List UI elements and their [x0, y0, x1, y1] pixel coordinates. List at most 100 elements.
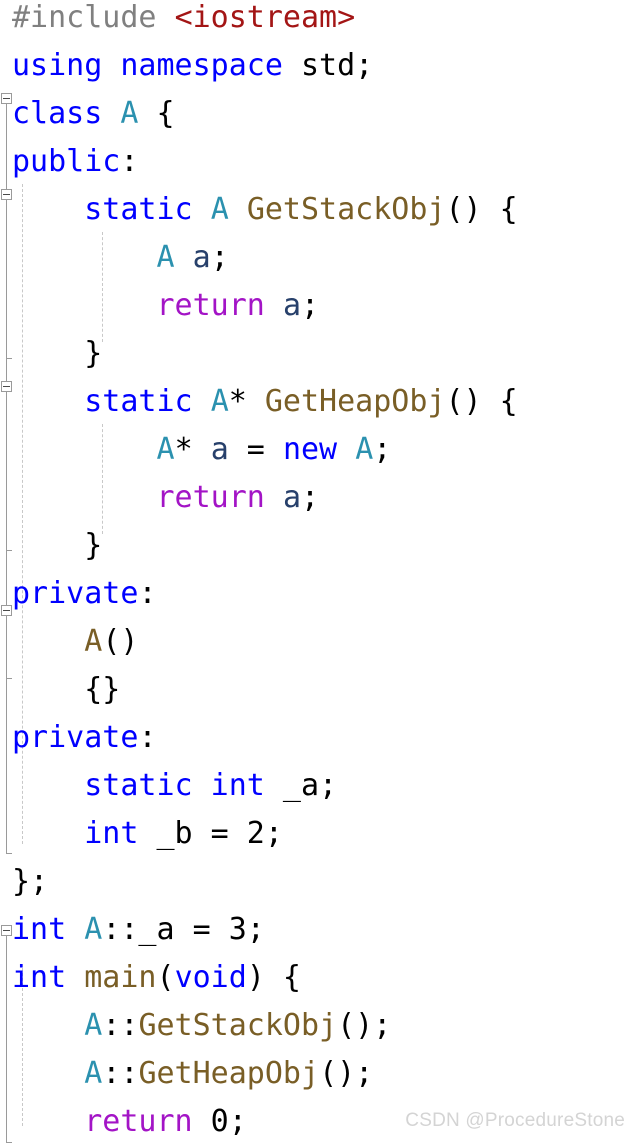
fold-marker-getheapobj[interactable]	[1, 381, 12, 392]
code-line-18[interactable]: int _b = 2;	[12, 810, 283, 858]
code-line-15[interactable]: {}	[12, 666, 120, 714]
code-line-21[interactable]: int main(void) {	[12, 954, 301, 1002]
code-token: (	[156, 960, 175, 995]
code-token: A	[210, 192, 229, 227]
fold-marker-getstackobj[interactable]	[1, 189, 12, 200]
code-line-14[interactable]: A()	[12, 618, 138, 666]
fold-marker-constructor-span	[6, 616, 7, 678]
code-token: A	[84, 624, 103, 659]
code-line-8[interactable]: }	[12, 330, 102, 378]
code-token: ;	[373, 432, 392, 467]
code-line-5[interactable]: static A GetStackObj() {	[12, 186, 518, 234]
code-line-20[interactable]: int A::_a = 3;	[12, 906, 265, 954]
code-line-12[interactable]: }	[12, 522, 102, 570]
code-token: int	[12, 960, 67, 995]
code-line-22[interactable]: A::GetStackObj();	[12, 1002, 391, 1050]
code-token: ::	[102, 1008, 139, 1043]
code-token: new	[282, 432, 338, 467]
code-line-1[interactable]: #include <iostream>	[12, 0, 355, 42]
code-line-4[interactable]: public:	[12, 138, 138, 186]
code-token: return	[156, 288, 265, 323]
fold-marker-main[interactable]	[1, 925, 12, 936]
code-token: return	[84, 1104, 193, 1139]
code-line-17[interactable]: static int _a;	[12, 762, 337, 810]
code-token: A	[210, 384, 229, 419]
csdn-watermark: CSDN @ProcedureStone	[405, 1110, 625, 1131]
fold-marker-main-span	[6, 936, 7, 1142]
code-token: int	[12, 912, 67, 947]
code-token: 0;	[192, 1104, 247, 1139]
code-token: void	[174, 960, 247, 995]
code-token: :	[138, 720, 157, 755]
fold-marker-constructor[interactable]	[1, 605, 12, 616]
code-token: A	[355, 432, 374, 467]
code-line-11[interactable]: return a;	[12, 474, 320, 522]
code-line-23[interactable]: A::GetHeapObj();	[12, 1050, 373, 1098]
fold-marker-class-a[interactable]	[1, 93, 12, 104]
code-token: ) {	[246, 960, 301, 995]
code-line-16[interactable]: private:	[12, 714, 157, 762]
code-token: GetHeapObj	[138, 1056, 320, 1091]
code-token: *	[228, 384, 265, 419]
code-token: GetStackObj	[138, 1008, 338, 1043]
code-token: A	[120, 96, 139, 131]
code-token: :	[138, 576, 157, 611]
code-token: ::_a = 3;	[102, 912, 265, 947]
code-line-13[interactable]: private:	[12, 570, 157, 618]
code-token: std;	[282, 48, 374, 83]
code-token: #include	[12, 0, 157, 35]
code-line-9[interactable]: static A* GetHeapObj() {	[12, 378, 518, 426]
code-token: GetHeapObj	[264, 384, 446, 419]
fold-marker-getstackobj-span	[6, 200, 7, 358]
code-token: :	[120, 144, 139, 179]
code-token: A	[84, 912, 103, 947]
code-line-19[interactable]: };	[12, 858, 48, 906]
code-editor-view[interactable]: #include <iostream> using namespace std; c…	[0, 0, 635, 1146]
code-token: _b = 2;	[138, 816, 283, 851]
code-token: public	[12, 144, 121, 179]
code-line-2[interactable]: using namespace std;	[12, 42, 373, 90]
code-token: A	[156, 240, 175, 275]
code-line-7[interactable]: return a;	[12, 282, 320, 330]
code-line-3[interactable]: class A {	[12, 90, 175, 138]
code-line-6[interactable]: A a;	[12, 234, 229, 282]
code-token: *	[174, 432, 211, 467]
code-line-24[interactable]: return 0;	[12, 1098, 247, 1146]
code-token: =	[228, 432, 283, 467]
code-token: static	[84, 192, 193, 227]
code-token: ;	[210, 240, 229, 275]
code-token: () {	[445, 192, 518, 227]
code-token: main	[84, 960, 157, 995]
code-token: ();	[319, 1056, 374, 1091]
code-token: a	[282, 288, 301, 323]
code-line-10[interactable]: A* a = new A;	[12, 426, 392, 474]
code-token: }	[84, 528, 103, 563]
code-token: using namespace	[12, 48, 283, 83]
code-token: return	[156, 480, 265, 515]
code-token: ();	[337, 1008, 392, 1043]
code-token: int	[84, 816, 139, 851]
fold-marker-getheapobj-span	[6, 392, 7, 550]
code-token: GetStackObj	[246, 192, 446, 227]
